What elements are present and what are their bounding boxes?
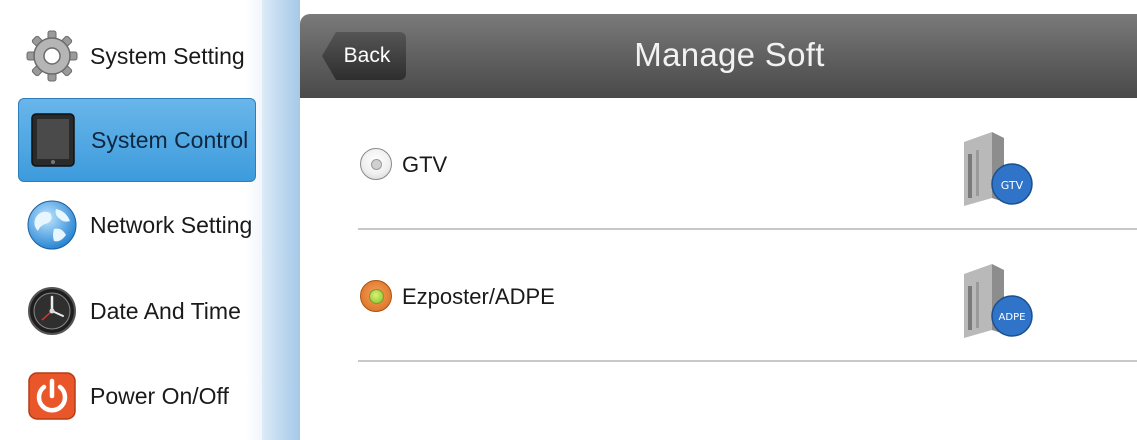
page-title: Manage Soft <box>634 36 825 73</box>
option-label: GTV <box>402 152 448 177</box>
radio-button-gtv[interactable] <box>360 148 392 180</box>
option-row-gtv[interactable]: GTV GTV <box>358 98 1137 230</box>
sidebar-item-label: Power On/Off <box>90 382 229 409</box>
clock-icon <box>24 283 80 339</box>
sidebar-item-power-on-off[interactable]: Power On/Off <box>18 354 256 438</box>
sidebar-item-label: System Control <box>91 126 249 153</box>
option-label: Ezposter/ADPE <box>402 284 555 309</box>
globe-icon <box>24 197 80 253</box>
sidebar-item-label: Date And Time <box>90 297 241 324</box>
sidebar-item-system-setting[interactable]: System Setting <box>18 14 256 98</box>
sidebar-item-system-control[interactable]: System Control <box>18 98 256 182</box>
gtv-badge-text: GTV <box>1001 179 1024 192</box>
tablet-icon <box>25 112 81 168</box>
sidebar-item-label: Network Setting <box>90 211 253 238</box>
option-row-ezposter-adpe[interactable]: Ezposter/ADPE ADPE <box>358 230 1137 362</box>
radio-button-ezposter-adpe[interactable] <box>360 280 392 312</box>
sidebar-item-network-setting[interactable]: Network Setting <box>18 183 256 267</box>
sidebar: System Setting System Control Network Se… <box>0 0 300 440</box>
main-panel: Back Manage Soft GTV GTV Ezposter/ADPE A… <box>300 14 1137 440</box>
gear-icon <box>24 28 80 84</box>
adpe-badge-text: ADPE <box>999 312 1026 323</box>
server-adpe-icon: ADPE <box>958 260 1036 338</box>
sidebar-item-date-and-time[interactable]: Date And Time <box>18 269 256 353</box>
sidebar-item-label: System Setting <box>90 42 245 69</box>
power-icon <box>24 368 80 424</box>
server-gtv-icon: GTV <box>958 128 1036 206</box>
title-bar: Back Manage Soft <box>300 14 1137 98</box>
